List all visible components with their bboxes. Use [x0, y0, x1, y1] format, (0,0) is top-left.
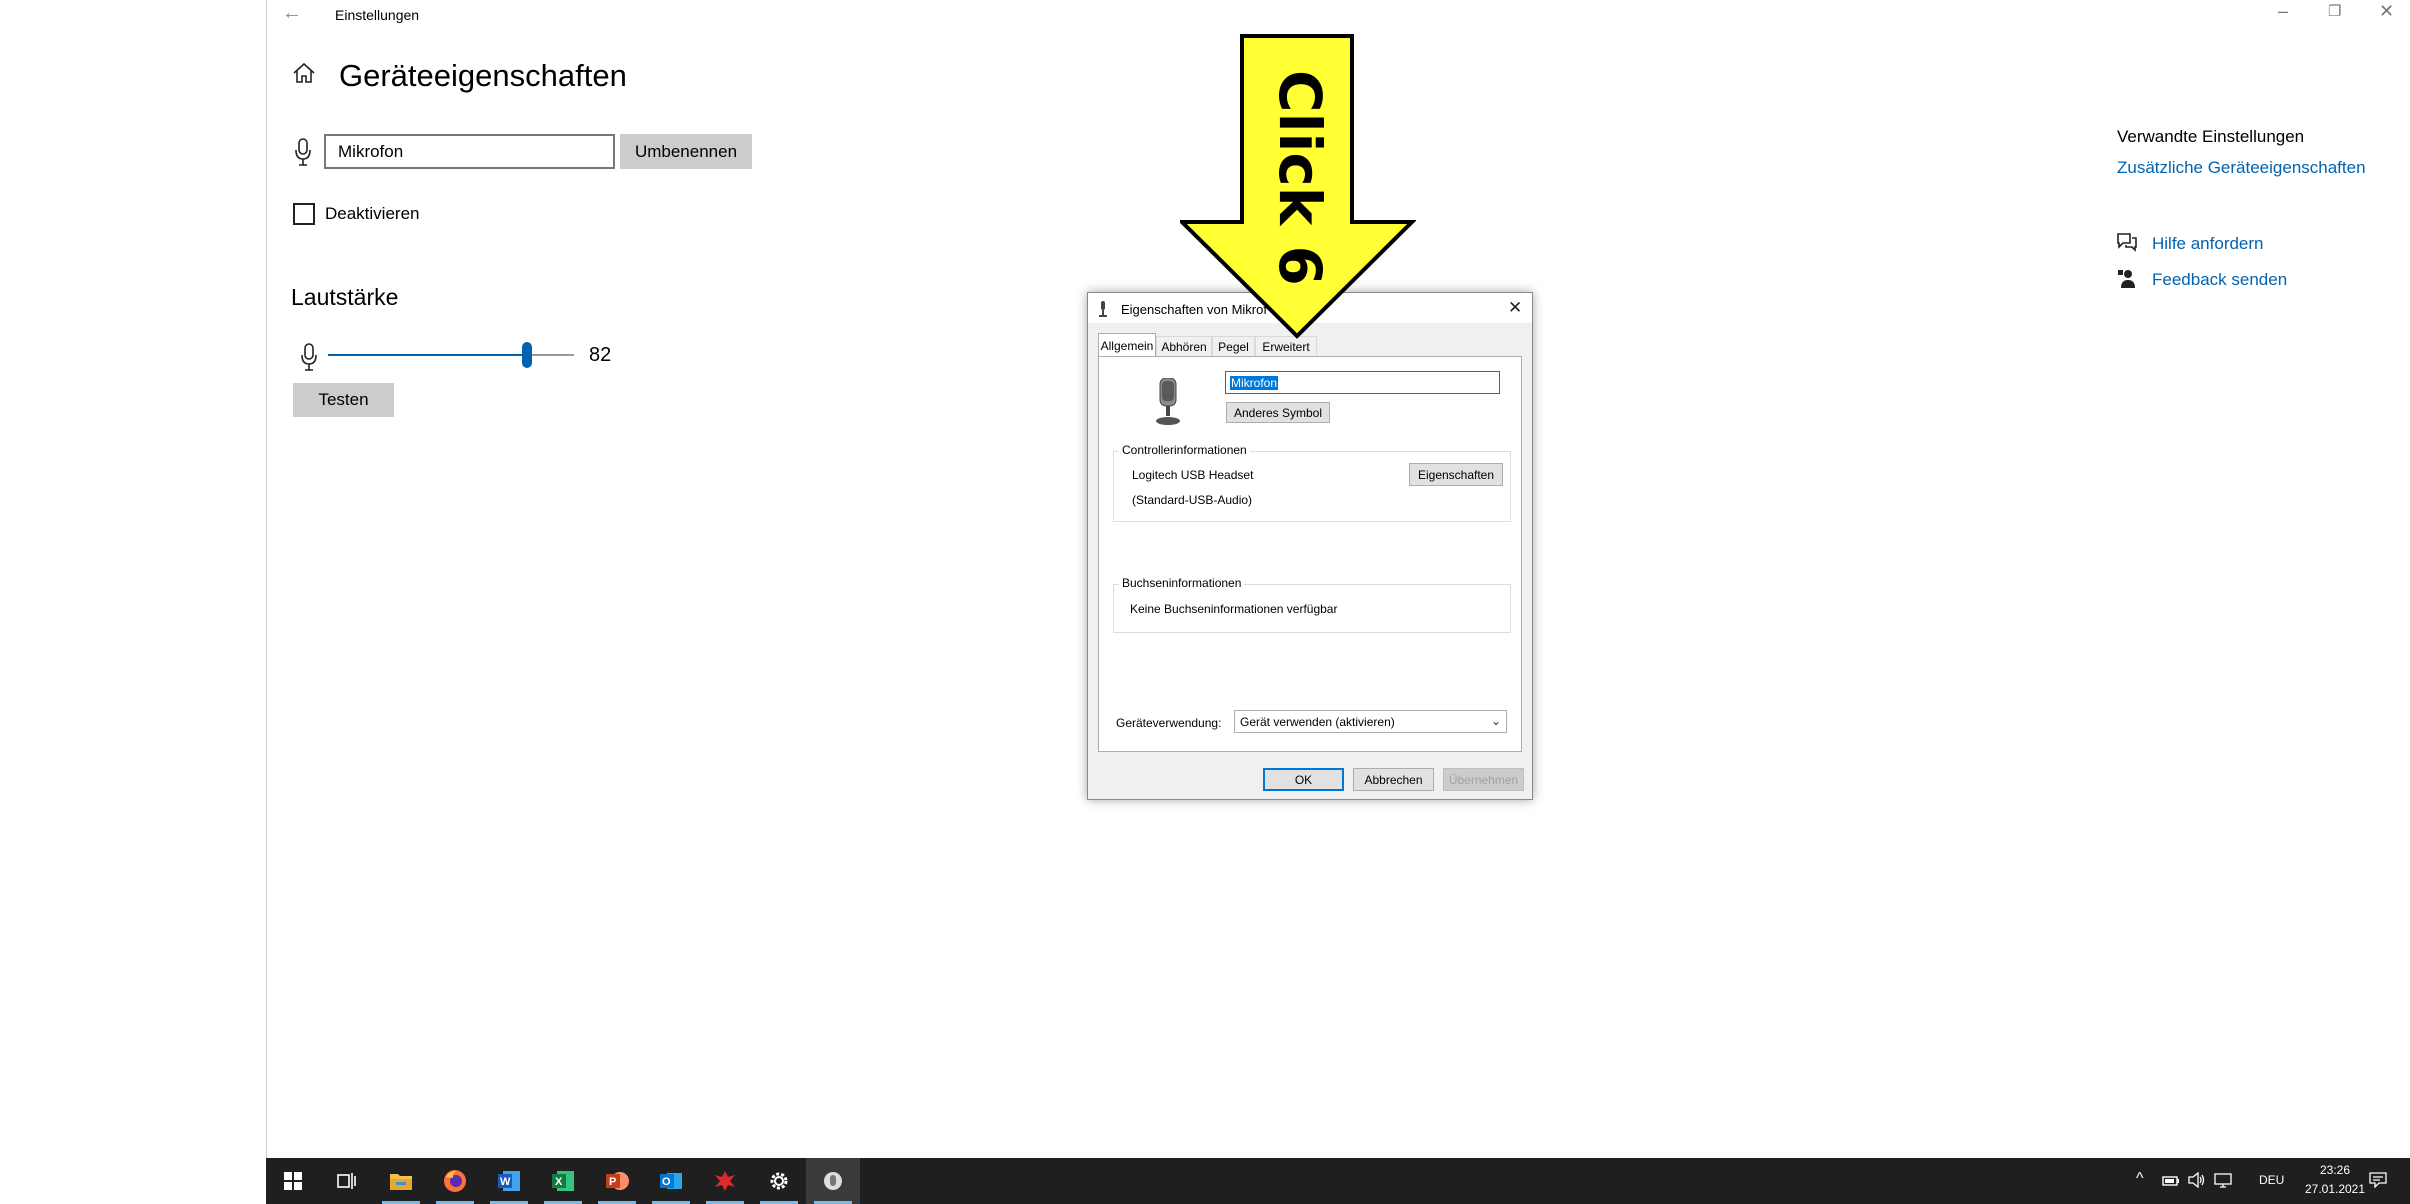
clock-date[interactable]: 27.01.2021	[2300, 1182, 2370, 1196]
voice-recorder-icon[interactable]	[806, 1158, 860, 1204]
device-name-input[interactable]: Mikrofon	[324, 134, 615, 169]
volume-title: Lautstärke	[291, 284, 399, 310]
svg-text:W: W	[500, 1176, 511, 1188]
task-view-icon[interactable]	[320, 1158, 374, 1204]
additional-device-properties-link[interactable]: Zusätzliche Geräteeigenschaften	[2117, 158, 2366, 178]
back-arrow-icon[interactable]: ←	[282, 2, 302, 25]
microphone-icon	[301, 343, 317, 376]
device-usage-value: Gerät verwenden (aktivieren)	[1240, 714, 1395, 729]
volume-slider-track	[532, 354, 574, 356]
volume-icon[interactable]	[2188, 1171, 2206, 1193]
battery-icon[interactable]	[2162, 1174, 2180, 1192]
clock-time[interactable]: 23:26	[2300, 1163, 2370, 1177]
excel-icon[interactable]: X	[536, 1158, 590, 1204]
show-hidden-icons-chevron[interactable]: ^	[2136, 1170, 2144, 1188]
device-usage-label: Geräteverwendung:	[1116, 716, 1222, 730]
ok-button[interactable]: OK	[1263, 768, 1344, 791]
controller-name: Logitech USB Headset	[1132, 468, 1254, 482]
microphone-properties-dialog: Eigenschaften von Mikrof ✕ Allgemein Abh…	[1087, 292, 1533, 800]
controller-info-label: Controllerinformationen	[1119, 443, 1250, 457]
selected-name-text: Mikrofon	[1230, 375, 1279, 390]
taskbar-apps: W X P O	[266, 1158, 2410, 1204]
help-icon[interactable]	[2116, 232, 2138, 257]
desktop-left-area	[0, 0, 267, 1204]
input-language[interactable]: DEU	[2259, 1173, 2284, 1187]
rename-button[interactable]: Umbenennen	[620, 134, 752, 169]
page-title: Geräteeigenschaften	[339, 58, 627, 93]
click-annotation-text: Click 6	[1266, 70, 1334, 286]
feedback-link[interactable]: Feedback senden	[2152, 270, 2287, 290]
jack-info-text: Keine Buchseninformationen verfügbar	[1130, 602, 1338, 616]
outlook-icon[interactable]: O	[644, 1158, 698, 1204]
tab-allgemein[interactable]: Allgemein	[1098, 333, 1156, 357]
network-icon[interactable]	[2214, 1172, 2232, 1193]
svg-text:O: O	[662, 1176, 671, 1188]
svg-text:X: X	[555, 1176, 563, 1188]
device-usage-dropdown[interactable]: Gerät verwenden (aktivieren) ⌄	[1234, 710, 1507, 733]
close-icon[interactable]: ✕	[2379, 1, 2394, 22]
powerpoint-icon[interactable]: P	[590, 1158, 644, 1204]
microphone-device-icon	[1153, 377, 1183, 431]
pdf-tool-icon[interactable]	[698, 1158, 752, 1204]
feedback-icon[interactable]	[2117, 268, 2137, 295]
restore-icon[interactable]: ❐	[2328, 2, 2341, 20]
volume-value: 82	[589, 344, 612, 366]
volume-slider-fill	[328, 354, 522, 356]
dialog-close-icon[interactable]: ✕	[1508, 298, 1522, 318]
cancel-button[interactable]: Abbrechen	[1353, 768, 1434, 791]
change-icon-button[interactable]: Anderes Symbol	[1226, 402, 1330, 423]
taskbar: W X P O ^ DEU 23:26 27.01.2021	[266, 1158, 2410, 1204]
related-settings-title: Verwandte Einstellungen	[2117, 127, 2305, 146]
disable-checkbox[interactable]	[293, 203, 315, 225]
minimize-icon[interactable]: –	[2278, 1, 2288, 22]
jack-info-label: Buchseninformationen	[1119, 576, 1245, 590]
notifications-icon[interactable]	[2369, 1172, 2387, 1193]
controller-info-group	[1113, 451, 1511, 522]
test-button[interactable]: Testen	[293, 383, 394, 417]
apply-button: Übernehmen	[1443, 768, 1524, 791]
controller-properties-button[interactable]: Eigenschaften	[1409, 463, 1503, 486]
device-name-field[interactable]: Mikrofon	[1225, 371, 1500, 394]
click-annotation-arrow: Click 6	[1180, 34, 1416, 339]
controller-driver: (Standard-USB-Audio)	[1132, 493, 1253, 507]
headset-icon	[1098, 301, 1108, 322]
settings-icon[interactable]	[752, 1158, 806, 1204]
tab-panel-general: Mikrofon Anderes Symbol Controllerinform…	[1098, 356, 1522, 752]
start-icon[interactable]	[266, 1158, 320, 1204]
home-icon[interactable]	[292, 62, 316, 89]
help-link[interactable]: Hilfe anfordern	[2152, 234, 2264, 254]
microphone-icon	[295, 138, 311, 171]
volume-slider-thumb[interactable]	[522, 342, 532, 368]
word-icon[interactable]: W	[482, 1158, 536, 1204]
chevron-down-icon: ⌄	[1490, 714, 1501, 728]
firefox-icon[interactable]	[428, 1158, 482, 1204]
file-explorer-icon[interactable]	[374, 1158, 428, 1204]
window-title: Einstellungen	[335, 7, 420, 23]
svg-text:P: P	[609, 1176, 616, 1188]
volume-slider[interactable]	[328, 340, 574, 370]
disable-label: Deaktivieren	[325, 204, 420, 223]
